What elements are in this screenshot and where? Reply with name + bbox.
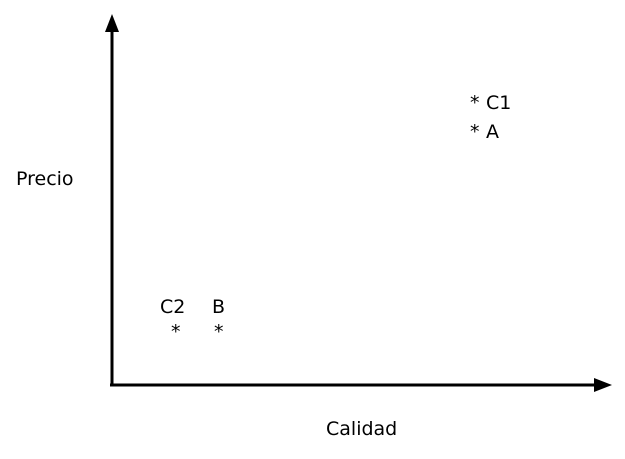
point-b-label: B [212, 296, 225, 318]
positioning-diagram: Precio Calidad * C1 * A C2 * B * [16, 14, 612, 440]
x-axis-label: Calidad [326, 418, 397, 440]
y-axis-label: Precio [16, 168, 74, 190]
point-c2-marker: * [171, 321, 181, 343]
point-a-label: A [486, 121, 499, 143]
point-b-marker: * [214, 321, 224, 343]
point-c1-marker: * [470, 92, 480, 114]
y-axis-arrowhead [105, 14, 119, 32]
x-axis-arrowhead [594, 378, 612, 392]
point-c1-label: C1 [486, 92, 511, 114]
point-c2-label: C2 [160, 296, 185, 318]
point-a-marker: * [470, 121, 480, 143]
